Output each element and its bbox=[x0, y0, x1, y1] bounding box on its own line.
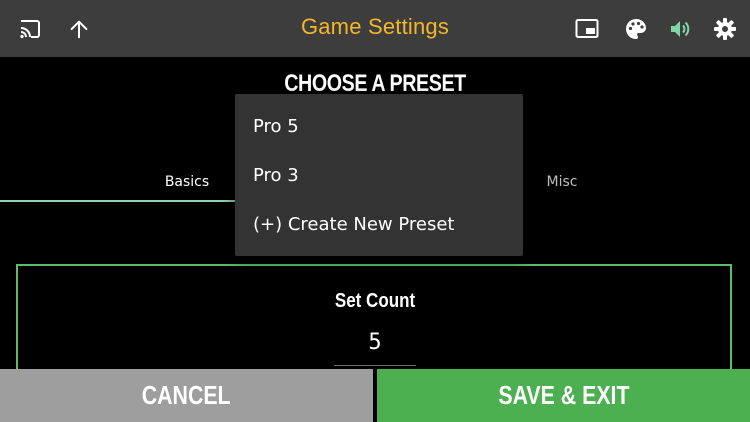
tab-misc[interactable]: Misc bbox=[525, 174, 599, 190]
menu-item-pro-3[interactable]: Pro 3 bbox=[253, 165, 299, 186]
tab-basics[interactable]: Basics bbox=[150, 174, 224, 190]
active-tab-indicator bbox=[0, 200, 236, 202]
palette-icon[interactable] bbox=[623, 16, 649, 42]
picture-in-picture-icon[interactable] bbox=[574, 16, 600, 42]
menu-item-pro-5[interactable]: Pro 5 bbox=[253, 116, 299, 137]
menu-item-create-new-preset[interactable]: (+) Create New Preset bbox=[253, 214, 455, 235]
set-count-input[interactable]: 5 bbox=[0, 330, 750, 355]
set-count-label: Set Count bbox=[334, 290, 416, 312]
save-exit-button-label: SAVE & EXIT bbox=[497, 380, 630, 410]
cancel-button-label: CANCEL bbox=[142, 380, 231, 410]
preset-dropdown-menu: Pro 5 Pro 3 (+) Create New Preset bbox=[235, 94, 523, 256]
volume-icon[interactable] bbox=[667, 16, 693, 42]
cancel-button[interactable]: CANCEL bbox=[0, 369, 373, 422]
save-exit-button[interactable]: SAVE & EXIT bbox=[377, 369, 750, 422]
top-app-bar: Game Settings bbox=[0, 0, 750, 57]
settings-gear-icon[interactable] bbox=[712, 16, 738, 42]
set-count-underline bbox=[334, 365, 416, 366]
